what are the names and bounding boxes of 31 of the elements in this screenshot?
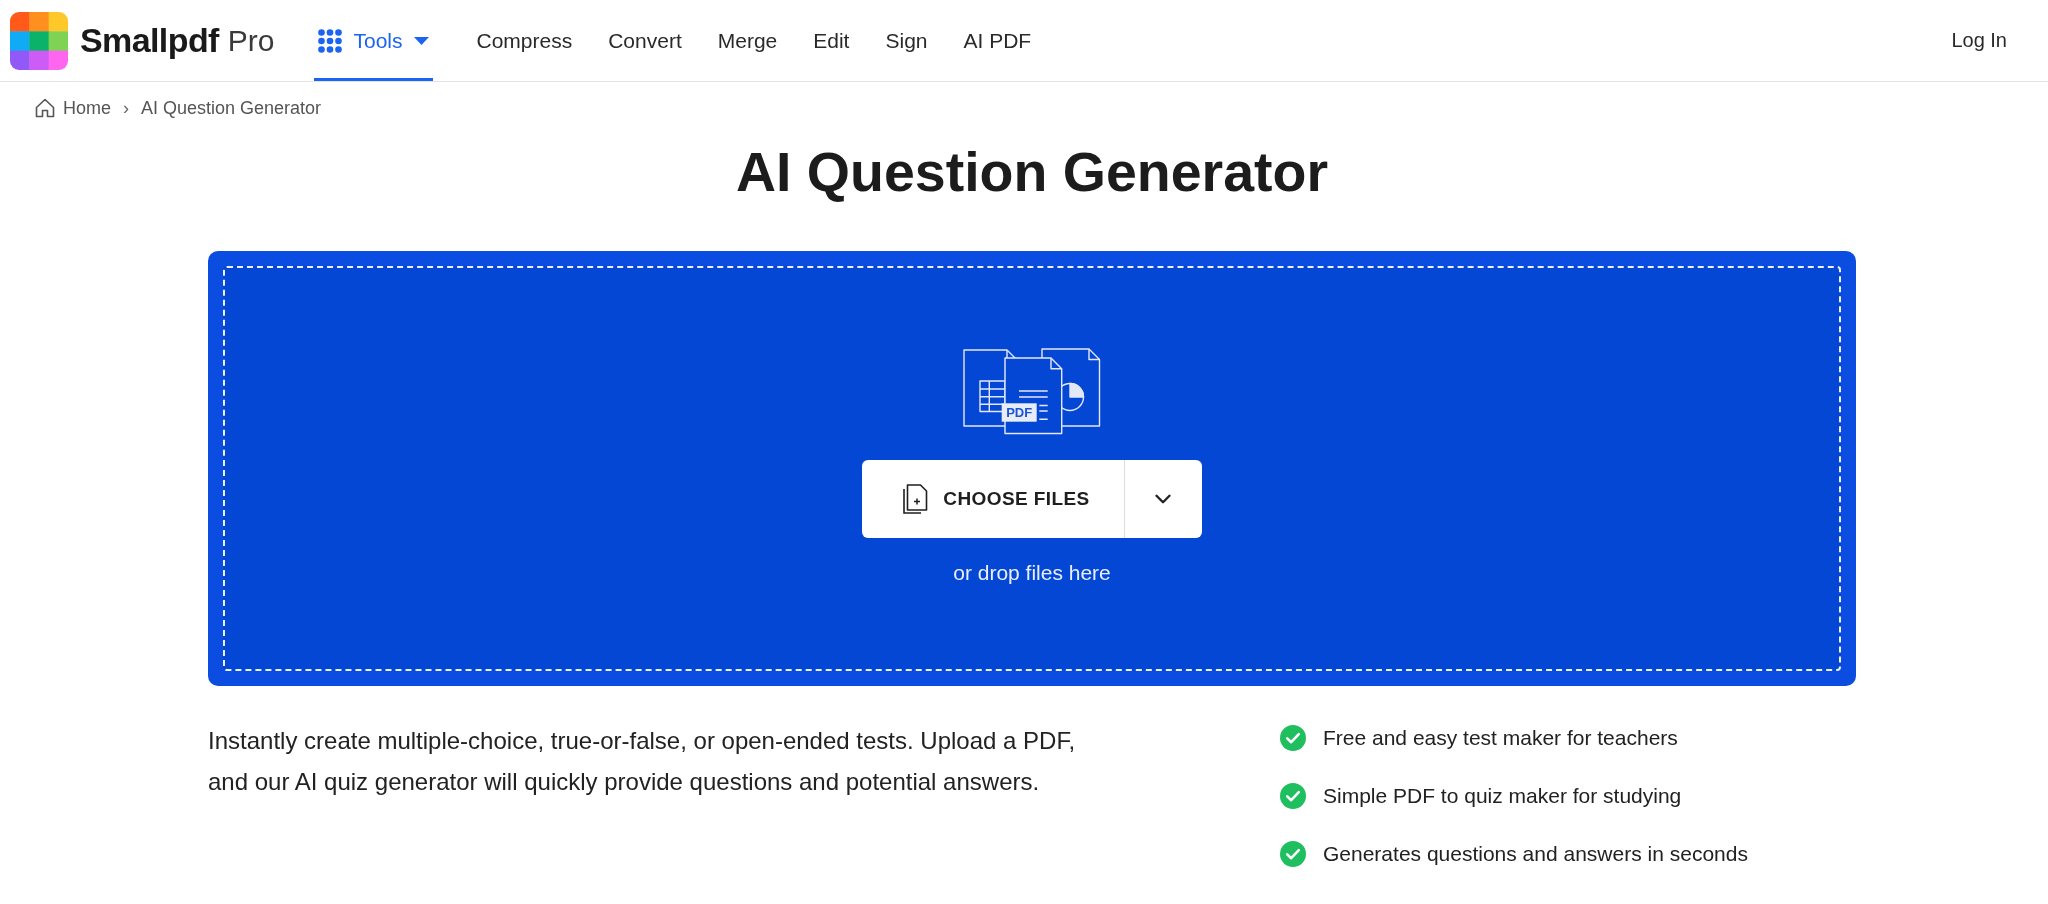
login-link[interactable]: Log In — [1951, 29, 2007, 52]
description-text: Instantly create multiple-choice, true-or-false, or open-ended tests. Upload a PDF, and our AI quiz generator will quickly provide questions and potential answers. — [208, 726, 1077, 797]
choose-files-button[interactable]: CHOOSE FILES — [862, 460, 1124, 538]
grid-icon — [318, 28, 343, 53]
nav-link[interactable]: Convert — [604, 0, 686, 81]
nav-link[interactable]: AI PDF — [959, 0, 1036, 81]
check-circle-icon — [1280, 841, 1306, 867]
nav-link[interactable]: Merge — [713, 0, 782, 81]
caret-down-icon — [413, 36, 429, 45]
brand-name: Smallpdf — [80, 21, 219, 60]
file-plus-icon — [903, 484, 929, 514]
page-title: AI Question Generator — [734, 140, 1330, 204]
nav-link[interactable]: Edit — [809, 0, 854, 81]
nav-link[interactable]: Sign — [881, 0, 932, 81]
plan-label: Pro — [227, 23, 275, 58]
breadcrumb-current: AI Question Generator — [141, 97, 322, 120]
upload-options-button[interactable] — [1123, 460, 1202, 538]
feature-text: Generates questions and answers in seconds — [1323, 841, 1748, 867]
feature-text: Free and easy test maker for teachers — [1323, 725, 1678, 751]
nav-link[interactable]: Compress — [472, 0, 577, 81]
pdf-label: PDF — [1006, 405, 1033, 421]
home-icon — [35, 98, 55, 118]
home-link[interactable]: Home — [35, 95, 111, 121]
breadcrumb-separator: › — [123, 97, 129, 120]
tools-menu-tab[interactable]: Tools — [314, 0, 433, 81]
drop-area[interactable]: PDF CHOOSE FILES or drop files here — [223, 266, 1841, 671]
feature-text: Simple PDF to quiz maker for studying — [1323, 783, 1682, 809]
check-circle-icon — [1280, 783, 1306, 809]
check-circle-icon — [1280, 725, 1306, 751]
logo-icon — [10, 11, 68, 70]
drop-hint: or drop files here — [953, 560, 1111, 586]
